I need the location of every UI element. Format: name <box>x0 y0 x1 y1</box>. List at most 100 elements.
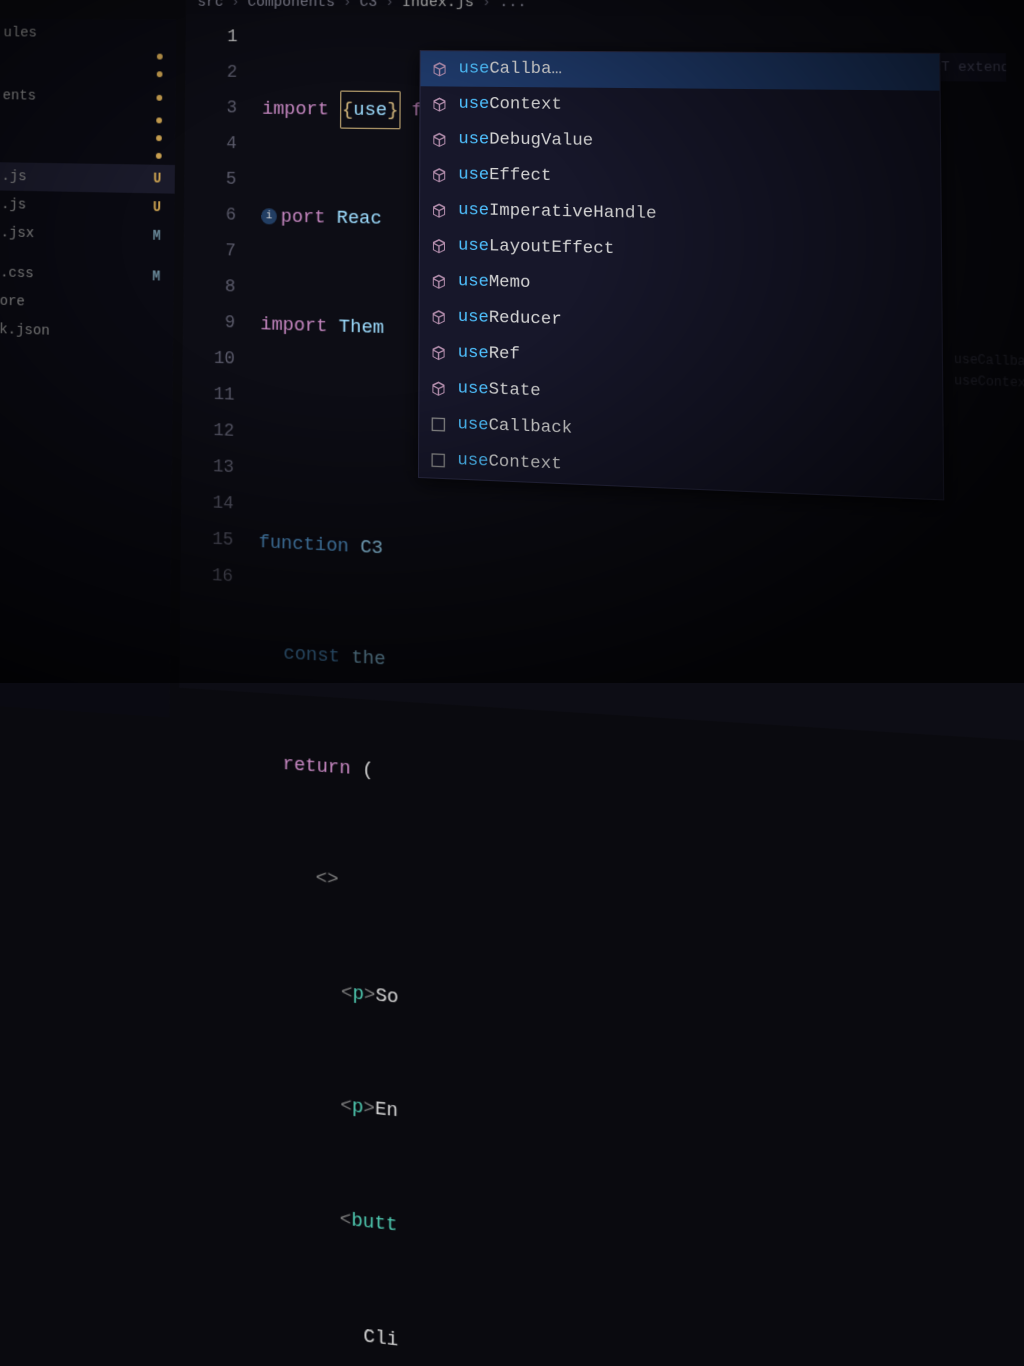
jsx-tag: > <box>363 1089 375 1128</box>
snippet-icon <box>429 450 447 469</box>
sidebar-file-item[interactable]: .jsxM <box>0 218 174 251</box>
sidebar-file-label: k.json <box>0 321 50 339</box>
breadcrumb-file[interactable]: Index.js <box>402 0 474 11</box>
git-status-badge: U <box>153 171 161 187</box>
identifier: Reac <box>337 200 382 237</box>
snippet-icon <box>429 414 447 433</box>
brace: } <box>387 99 398 121</box>
cube-icon <box>429 379 447 398</box>
line-number[interactable]: 13 <box>181 448 234 486</box>
chevron-right-icon: › <box>482 0 491 11</box>
autocomplete-label: useState <box>458 379 541 401</box>
modified-dot-icon <box>157 54 163 60</box>
cube-icon <box>430 236 448 255</box>
punctuation: ( <box>362 751 374 789</box>
line-number[interactable]: 16 <box>180 556 233 595</box>
line-number[interactable]: 4 <box>185 126 237 162</box>
sidebar-file-item[interactable]: .css M <box>0 258 174 291</box>
line-number[interactable]: 10 <box>182 340 235 378</box>
autocomplete-item[interactable]: useContext <box>420 86 939 127</box>
identifier: Them <box>339 308 384 346</box>
autocomplete-label: useDebugValue <box>458 130 593 151</box>
jsx-tag: > <box>364 975 376 1014</box>
text: So <box>375 976 398 1016</box>
chevron-right-icon: › <box>385 0 394 11</box>
autocomplete-label: useCallback <box>457 415 572 439</box>
line-number[interactable]: 3 <box>185 90 237 126</box>
keyword: return <box>282 745 362 788</box>
identifier: the <box>351 639 385 678</box>
jsx-tag: < <box>340 1200 352 1239</box>
cube-icon <box>430 165 448 183</box>
sidebar-file-item[interactable] <box>0 110 175 130</box>
line-number[interactable]: 12 <box>182 412 235 450</box>
autocomplete-label: useEffect <box>458 165 551 186</box>
sidebar-file-label: .js <box>1 168 26 185</box>
info-icon[interactable]: i <box>261 208 277 224</box>
modified-dot-icon <box>156 153 162 159</box>
breadcrumb-segment[interactable]: C3 <box>360 0 378 11</box>
keyword: function <box>259 524 361 566</box>
sidebar-file-item[interactable]: .js U <box>0 162 175 194</box>
line-number-gutter[interactable]: 12345678910111213141516 <box>180 19 253 596</box>
sidebar-file-label: .jsx <box>1 225 35 242</box>
chevron-right-icon: › <box>231 0 240 11</box>
brace: { <box>342 99 353 121</box>
sidebar-file-label: .css <box>0 265 34 283</box>
cube-icon <box>430 201 448 220</box>
autocomplete-popup[interactable]: useCallba… useContext useDebugValue useEffe… <box>418 50 944 500</box>
breadcrumb-segment[interactable]: src <box>197 0 223 11</box>
breadcrumb[interactable]: src › Components › C3 › Index.js › ... <box>186 0 1024 16</box>
line-number[interactable]: 7 <box>183 232 235 269</box>
autocomplete-label: useReducer <box>458 308 562 330</box>
jsx-tag: butt <box>351 1201 398 1244</box>
jsx-fragment: <> <box>316 859 339 898</box>
jsx-tag: < <box>341 973 353 1012</box>
line-number[interactable]: 15 <box>181 520 234 559</box>
line-number[interactable]: 5 <box>184 161 236 198</box>
line-number[interactable]: 2 <box>185 55 237 91</box>
sidebar-file-item[interactable]: k.json <box>0 315 173 349</box>
git-status-badge: M <box>152 269 160 285</box>
jsx-tag: < <box>340 1086 352 1125</box>
sidebar-file-item[interactable]: ules <box>0 19 176 48</box>
line-number[interactable]: 6 <box>184 197 236 234</box>
autocomplete-label: useCallba… <box>459 59 562 79</box>
line-number[interactable]: 11 <box>182 376 235 414</box>
autocomplete-label: useContext <box>457 451 561 475</box>
text: Cli <box>363 1317 398 1359</box>
chevron-right-icon: › <box>343 0 352 11</box>
git-status-badge: U <box>153 200 161 216</box>
line-number[interactable]: 8 <box>183 268 235 305</box>
autocomplete-label: useContext <box>458 95 561 115</box>
line-number[interactable]: 1 <box>186 19 238 55</box>
sidebar-file-label: ents <box>3 88 37 105</box>
modified-dot-icon <box>157 71 163 77</box>
code-editor[interactable]: src › Components › C3 › Index.js › ... 1… <box>179 0 1024 743</box>
keyword: import <box>260 306 339 345</box>
cube-icon <box>429 343 447 362</box>
breadcrumb-segment[interactable]: Components <box>247 0 335 11</box>
autocomplete-label: useMemo <box>458 272 531 293</box>
sidebar-file-item[interactable]: ents <box>0 82 176 112</box>
inline-hints: useCallback useContext <box>954 349 1024 395</box>
autocomplete-label: useRef <box>458 343 520 364</box>
cube-icon <box>430 272 448 291</box>
sidebar-file-item[interactable] <box>0 64 176 83</box>
line-number[interactable]: 9 <box>183 304 235 341</box>
autocomplete-label: useImperativeHandle <box>458 201 657 224</box>
identifier: use <box>353 99 387 121</box>
file-explorer[interactable]: ulesents.jsU.jsU.jsxM.cssMorek.json <box>0 19 176 718</box>
modified-dot-icon <box>156 117 162 123</box>
autocomplete-item[interactable]: useCallba… <box>421 51 940 91</box>
breadcrumb-symbol[interactable]: ... <box>499 0 526 11</box>
keyword: import <box>262 91 340 128</box>
sidebar-file-item[interactable] <box>0 47 176 66</box>
jsx-tag: p <box>352 974 364 1013</box>
autocomplete-label: useLayoutEffect <box>458 236 614 259</box>
sidebar-file-item[interactable]: .jsU <box>0 190 175 222</box>
function-name: C3 <box>360 529 383 567</box>
cube-icon <box>430 307 448 326</box>
line-number[interactable]: 14 <box>181 484 234 523</box>
jsx-tag: p <box>352 1087 364 1126</box>
